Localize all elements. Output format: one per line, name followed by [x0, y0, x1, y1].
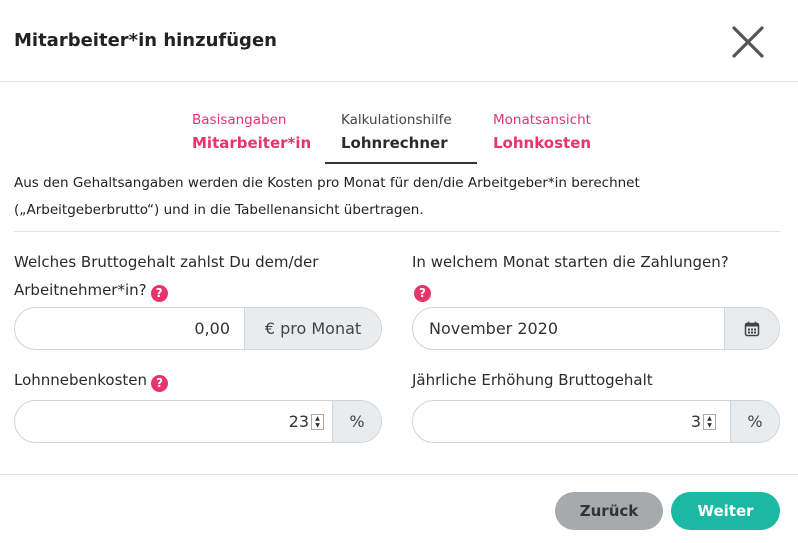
- calendar-icon: [744, 321, 760, 336]
- salary-input-group: 0,00 € pro Monat: [14, 307, 382, 350]
- start-month-label-text: In welchem Monat starten die Zahlungen?: [412, 253, 729, 271]
- start-month-label: In welchem Monat starten die Zahlungen? …: [412, 248, 729, 304]
- close-icon: [732, 26, 764, 58]
- number-spinner[interactable]: ▲ ▼: [703, 413, 716, 430]
- intro-text: Aus den Gehaltsangaben werden die Kosten…: [14, 170, 784, 224]
- tab-sublabel: Kalkulationshilfe: [341, 112, 452, 128]
- back-button[interactable]: Zurück: [555, 492, 663, 530]
- start-month-input[interactable]: November 2020: [413, 308, 724, 349]
- help-icon[interactable]: ?: [414, 285, 431, 302]
- annual-increase-input-group: 3 ▲ ▼ %: [412, 400, 780, 443]
- salary-label: Welches Bruttogehalt zahlst Du dem/der A…: [14, 248, 318, 304]
- tab-kalkulationshilfe[interactable]: Kalkulationshilfe Lohnrechner: [325, 110, 477, 164]
- dialog-header: Mitarbeiter*in hinzufügen: [0, 0, 798, 82]
- annual-increase-label: Jährliche Erhöhung Bruttogehalt: [412, 371, 653, 389]
- additional-costs-label-text: Lohnnebenkosten: [14, 371, 148, 389]
- divider: [14, 231, 780, 232]
- help-icon[interactable]: ?: [150, 285, 168, 302]
- tab-sublabel: Basisangaben: [192, 112, 287, 128]
- salary-unit-addon: € pro Monat: [244, 308, 381, 349]
- percent-addon: %: [332, 401, 381, 442]
- help-icon[interactable]: ?: [151, 375, 169, 392]
- intro-line-1: Aus den Gehaltsangaben werden die Kosten…: [14, 175, 640, 191]
- additional-costs-label: Lohnnebenkosten?: [14, 366, 169, 394]
- additional-costs-input-group: 23 ▲ ▼ %: [14, 400, 382, 443]
- tab-label: Lohnrechner: [341, 134, 448, 152]
- tab-basisangaben[interactable]: Basisangaben Mitarbeiter*in: [192, 110, 318, 164]
- annual-increase-input[interactable]: 3 ▲ ▼: [413, 401, 730, 442]
- close-button[interactable]: [730, 24, 766, 60]
- tab-monatsansicht[interactable]: Monatsansicht Lohnkosten: [493, 110, 623, 164]
- salary-input[interactable]: 0,00: [15, 308, 244, 349]
- tab-sublabel: Monatsansicht: [493, 112, 591, 128]
- calendar-button[interactable]: [724, 308, 779, 349]
- percent-addon: %: [730, 401, 779, 442]
- number-spinner[interactable]: ▲ ▼: [311, 413, 324, 430]
- tab-label: Mitarbeiter*in: [192, 134, 312, 152]
- start-month-input-group: November 2020: [412, 307, 780, 350]
- additional-costs-value: 23: [288, 412, 309, 431]
- tab-label: Lohnkosten: [493, 134, 592, 152]
- salary-label-line-1: Welches Bruttogehalt zahlst Du dem/der: [14, 253, 319, 271]
- dialog-title: Mitarbeiter*in hinzufügen: [14, 30, 277, 51]
- additional-costs-input[interactable]: 23 ▲ ▼: [15, 401, 332, 442]
- annual-increase-value: 3: [690, 412, 701, 431]
- intro-line-2: („Arbeitgeberbrutto“) und in die Tabelle…: [14, 202, 424, 218]
- footer-divider: [0, 474, 798, 475]
- step-tabs: Basisangaben Mitarbeiter*in Kalkulations…: [0, 110, 798, 164]
- salary-label-line-2: Arbeitnehmer*in?: [14, 281, 147, 299]
- next-button[interactable]: Weiter: [671, 492, 780, 530]
